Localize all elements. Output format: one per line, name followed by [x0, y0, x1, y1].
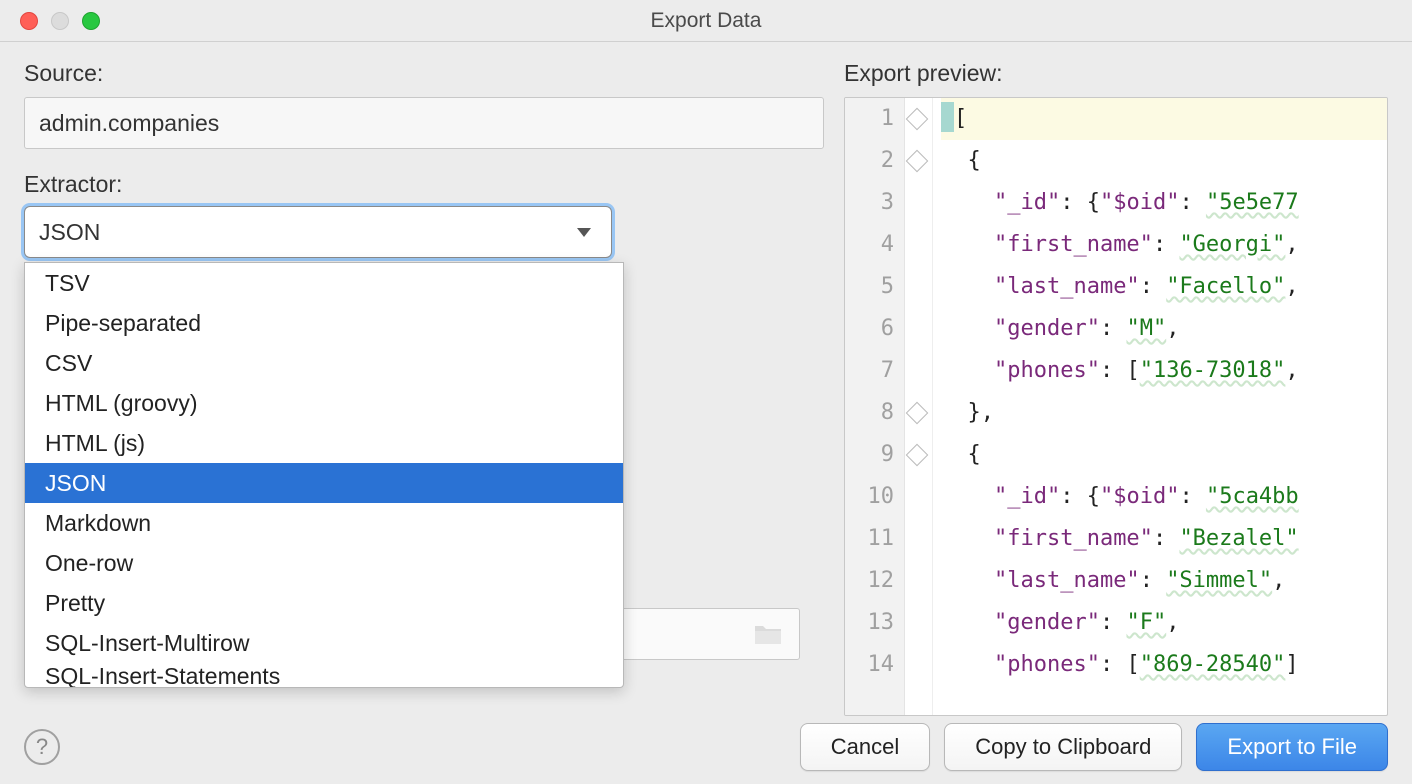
fold-handle-icon[interactable] [906, 150, 929, 173]
help-icon: ? [36, 734, 48, 760]
left-pane: Source: admin.companies Extractor: JSON … [24, 60, 824, 716]
export-to-file-button[interactable]: Export to File [1196, 723, 1388, 771]
minimize-window-button [51, 12, 69, 30]
extractor-option[interactable]: SQL-Insert-Statements [25, 663, 623, 687]
extractor-option[interactable]: HTML (js) [25, 423, 623, 463]
code-area[interactable]: [ { "_id": {"$oid": "5e5e77 "first_name"… [933, 98, 1387, 715]
export-preview-editor[interactable]: 1234567891011121314 [ { "_id": {"$oid": … [844, 97, 1388, 716]
extractor-selected-value: JSON [39, 219, 100, 246]
folder-icon [753, 622, 783, 646]
fold-handle-icon[interactable] [906, 444, 929, 467]
cancel-button[interactable]: Cancel [800, 723, 930, 771]
window-controls [0, 12, 100, 30]
extractor-option[interactable]: One-row [25, 543, 623, 583]
source-label: Source: [24, 60, 824, 87]
titlebar: Export Data [0, 0, 1412, 42]
close-window-button[interactable] [20, 12, 38, 30]
extractor-option[interactable]: Pretty [25, 583, 623, 623]
extractor-option[interactable]: TSV [25, 263, 623, 303]
extractor-option[interactable]: SQL-Insert-Multirow [25, 623, 623, 663]
extractor-option[interactable]: JSON [25, 463, 623, 503]
fold-handle-icon[interactable] [906, 402, 929, 425]
source-value: admin.companies [39, 110, 219, 137]
extractor-label: Extractor: [24, 171, 824, 198]
preview-label: Export preview: [844, 60, 1388, 87]
copy-to-clipboard-button[interactable]: Copy to Clipboard [944, 723, 1182, 771]
extractor-dropdown[interactable]: TSVPipe-separatedCSVHTML (groovy)HTML (j… [24, 262, 624, 688]
right-pane: Export preview: 1234567891011121314 [ { … [844, 60, 1388, 716]
extractor-option[interactable]: HTML (groovy) [25, 383, 623, 423]
help-button[interactable]: ? [24, 729, 60, 765]
extractor-option[interactable]: Pipe-separated [25, 303, 623, 343]
source-field[interactable]: admin.companies [24, 97, 824, 149]
window-title: Export Data [0, 9, 1412, 33]
extractor-option[interactable]: CSV [25, 343, 623, 383]
fold-column [905, 98, 933, 715]
chevron-down-icon [577, 228, 591, 237]
dialog-footer: ? Cancel Copy to Clipboard Export to Fil… [0, 716, 1412, 784]
fold-handle-icon[interactable] [906, 108, 929, 131]
zoom-window-button[interactable] [82, 12, 100, 30]
line-number-gutter: 1234567891011121314 [845, 98, 905, 715]
extractor-select[interactable]: JSON [24, 206, 612, 258]
export-data-dialog: Export Data Source: admin.companies Extr… [0, 0, 1412, 784]
extractor-option[interactable]: Markdown [25, 503, 623, 543]
